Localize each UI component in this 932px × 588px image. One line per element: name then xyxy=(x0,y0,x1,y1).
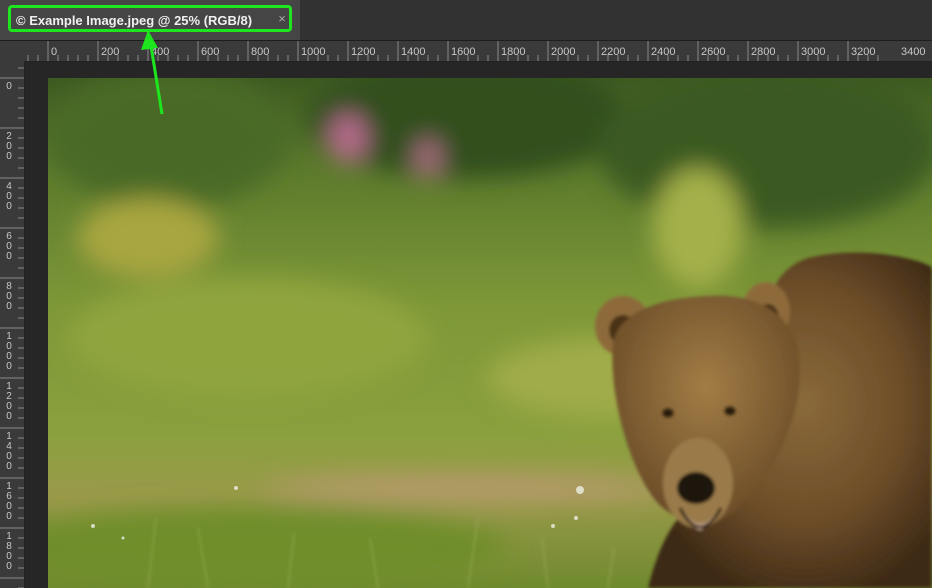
svg-text:0: 0 xyxy=(6,361,12,372)
vertical-ruler-label: 1400 xyxy=(6,431,12,472)
horizontal-ruler-label: 2800 xyxy=(751,46,775,58)
svg-text:0: 0 xyxy=(6,511,12,522)
vertical-ruler-label: 1600 xyxy=(6,481,12,522)
svg-text:0: 0 xyxy=(6,151,12,162)
horizontal-ruler-label: 1200 xyxy=(351,46,375,58)
svg-text:0: 0 xyxy=(6,251,12,262)
vertical-ruler-label: 600 xyxy=(6,231,12,262)
tab-highlight-annotation xyxy=(8,5,292,32)
horizontal-ruler-label: 3000 xyxy=(801,46,825,58)
horizontal-ruler-label: 1600 xyxy=(451,46,475,58)
vertical-ruler-label: 800 xyxy=(6,281,12,312)
vertical-ruler-label: 1000 xyxy=(6,331,12,372)
vertical-ruler[interactable]: 020040060080010001200140016001800 xyxy=(0,61,25,588)
svg-text:0: 0 xyxy=(6,561,12,572)
vertical-ruler-label: 1200 xyxy=(6,381,12,422)
horizontal-ruler-scale: 0 200 400 600 800 1000 1200 1400 1600 1800 2000 220… xyxy=(27,41,925,61)
vertical-ruler-label: 1800 xyxy=(6,531,12,572)
svg-text:0: 0 xyxy=(6,461,12,472)
vertical-ruler-scale: 020040060080010001200140016001800 xyxy=(0,67,24,588)
horizontal-ruler-label: 2600 xyxy=(701,46,725,58)
horizontal-ruler-label: 0 xyxy=(51,46,57,58)
vertical-ruler-label: 0 xyxy=(6,81,12,92)
horizontal-ruler-label: 1800 xyxy=(501,46,525,58)
vertical-ruler-label: 200 xyxy=(6,131,12,162)
document-tab-bar: © Example Image.jpeg @ 25% (RGB/8) × xyxy=(0,0,932,41)
document-image[interactable] xyxy=(48,78,932,588)
horizontal-ruler-label: 1400 xyxy=(401,46,425,58)
horizontal-ruler-label: 800 xyxy=(251,46,269,58)
horizontal-ruler-label: 2200 xyxy=(601,46,625,58)
horizontal-ruler[interactable]: 0 200 400 600 800 1000 1200 1400 1600 1800 2000 220… xyxy=(24,41,932,62)
horizontal-ruler-label: 3400 xyxy=(901,46,925,58)
horizontal-ruler-label: 3200 xyxy=(851,46,875,58)
horizontal-ruler-label: 200 xyxy=(101,46,119,58)
svg-text:0: 0 xyxy=(6,411,12,422)
ruler-origin-corner[interactable] xyxy=(0,41,24,61)
horizontal-ruler-label: 2400 xyxy=(651,46,675,58)
vertical-ruler-label: 400 xyxy=(6,181,12,212)
horizontal-ruler-label: 2000 xyxy=(551,46,575,58)
horizontal-ruler-label: 1000 xyxy=(301,46,325,58)
horizontal-ruler-label: 600 xyxy=(201,46,219,58)
bear-photo xyxy=(48,78,932,588)
svg-text:0: 0 xyxy=(6,201,12,212)
svg-text:0: 0 xyxy=(6,81,12,92)
horizontal-ruler-label: 400 xyxy=(151,46,169,58)
svg-text:0: 0 xyxy=(6,301,12,312)
